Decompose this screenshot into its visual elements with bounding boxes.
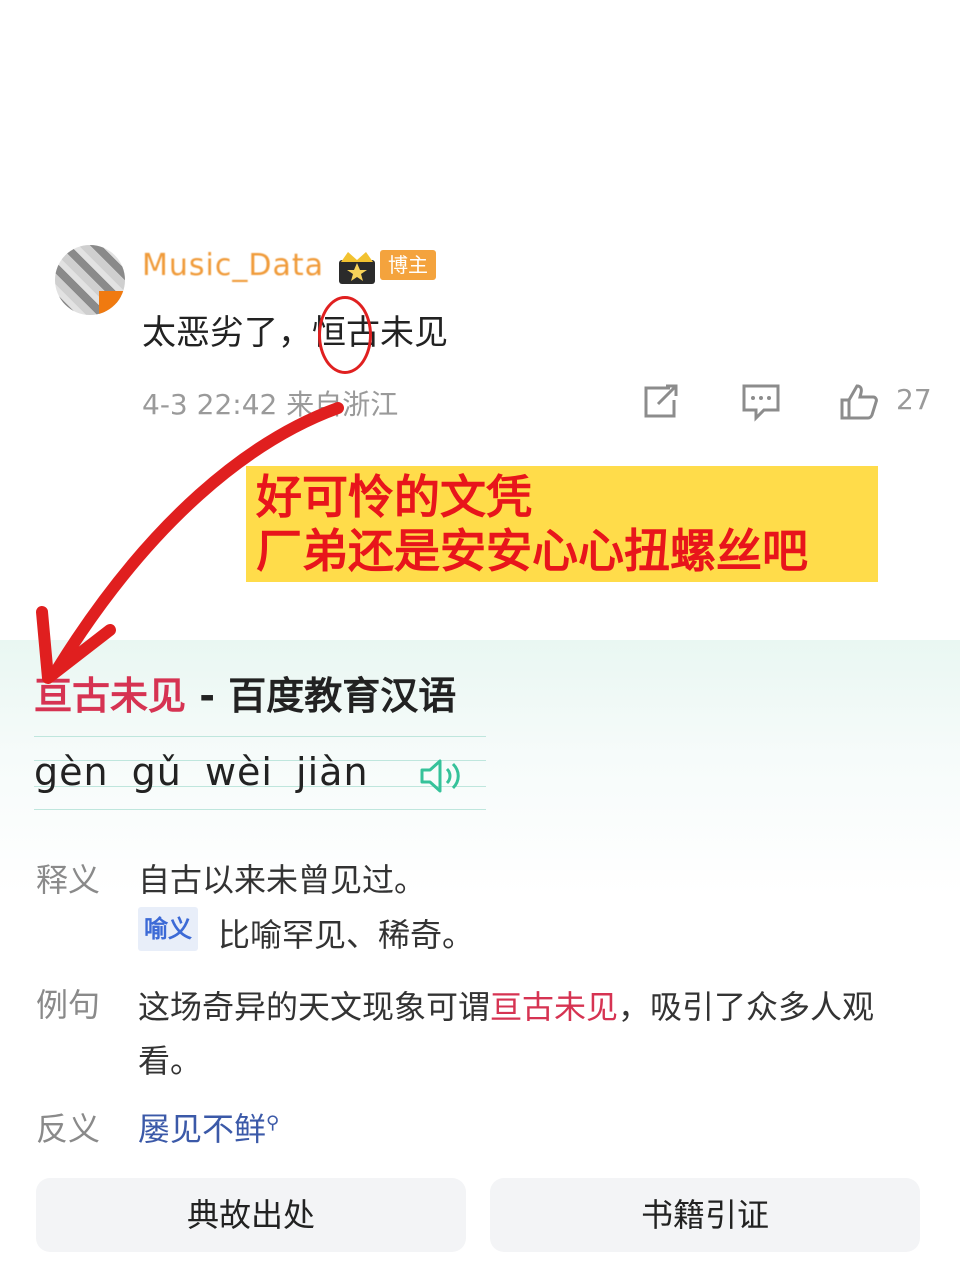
search-icon: ⚲: [266, 1112, 280, 1134]
like-icon[interactable]: [838, 382, 880, 422]
annotation-line-2: 厂弟还是安安心心扭螺丝吧: [256, 524, 808, 578]
example-label: 例句: [36, 986, 101, 1024]
allusion-source-button[interactable]: 典故出处: [36, 1178, 466, 1252]
figurative-text: 比喻罕见、稀奇。: [218, 916, 475, 954]
annotation-line-1: 好可怜的文凭: [256, 470, 532, 524]
comment-meta: 4-3 22:42 来自浙江: [142, 383, 398, 423]
example-sentence: 这场奇异的天文现象可谓亘古未见，吸引了众多人观看。: [138, 988, 875, 1080]
comment-icon[interactable]: [740, 382, 782, 422]
comment-text: 太恶劣了，恒古未见: [142, 313, 448, 353]
annotation-note: 好可怜的文凭 厂弟还是安安心心扭螺丝吧: [246, 466, 878, 582]
example-highlight: 亘古未见: [490, 988, 619, 1026]
dictionary-word: 亘古未见: [34, 674, 187, 718]
dictionary-source: - 百度教育汉语: [186, 674, 457, 718]
book-citation-button[interactable]: 书籍引证: [490, 1178, 920, 1252]
pinyin-text: gèn gǔ wèi jiàn: [34, 750, 369, 794]
antonym-label: 反义: [36, 1110, 101, 1148]
definition-label: 释义: [36, 861, 101, 899]
blogger-badge: 博主: [380, 250, 436, 280]
like-count: 27: [896, 383, 932, 416]
speaker-icon[interactable]: [418, 756, 468, 796]
username[interactable]: Music_Data: [142, 248, 324, 283]
location: 来自浙江: [286, 388, 399, 421]
share-icon[interactable]: [640, 382, 682, 422]
crown-icon: [339, 252, 375, 284]
avatar[interactable]: [55, 245, 125, 315]
red-circle-annotation: [318, 296, 372, 374]
antonym-link[interactable]: 屡见不鲜⚲: [138, 1104, 279, 1150]
figurative-tag: 喻义: [138, 907, 198, 951]
dictionary-title[interactable]: 亘古未见 - 百度教育汉语: [34, 665, 456, 720]
definition-text: 自古以来未曾见过。: [138, 861, 427, 899]
timestamp: 4-3 22:42: [142, 388, 278, 421]
